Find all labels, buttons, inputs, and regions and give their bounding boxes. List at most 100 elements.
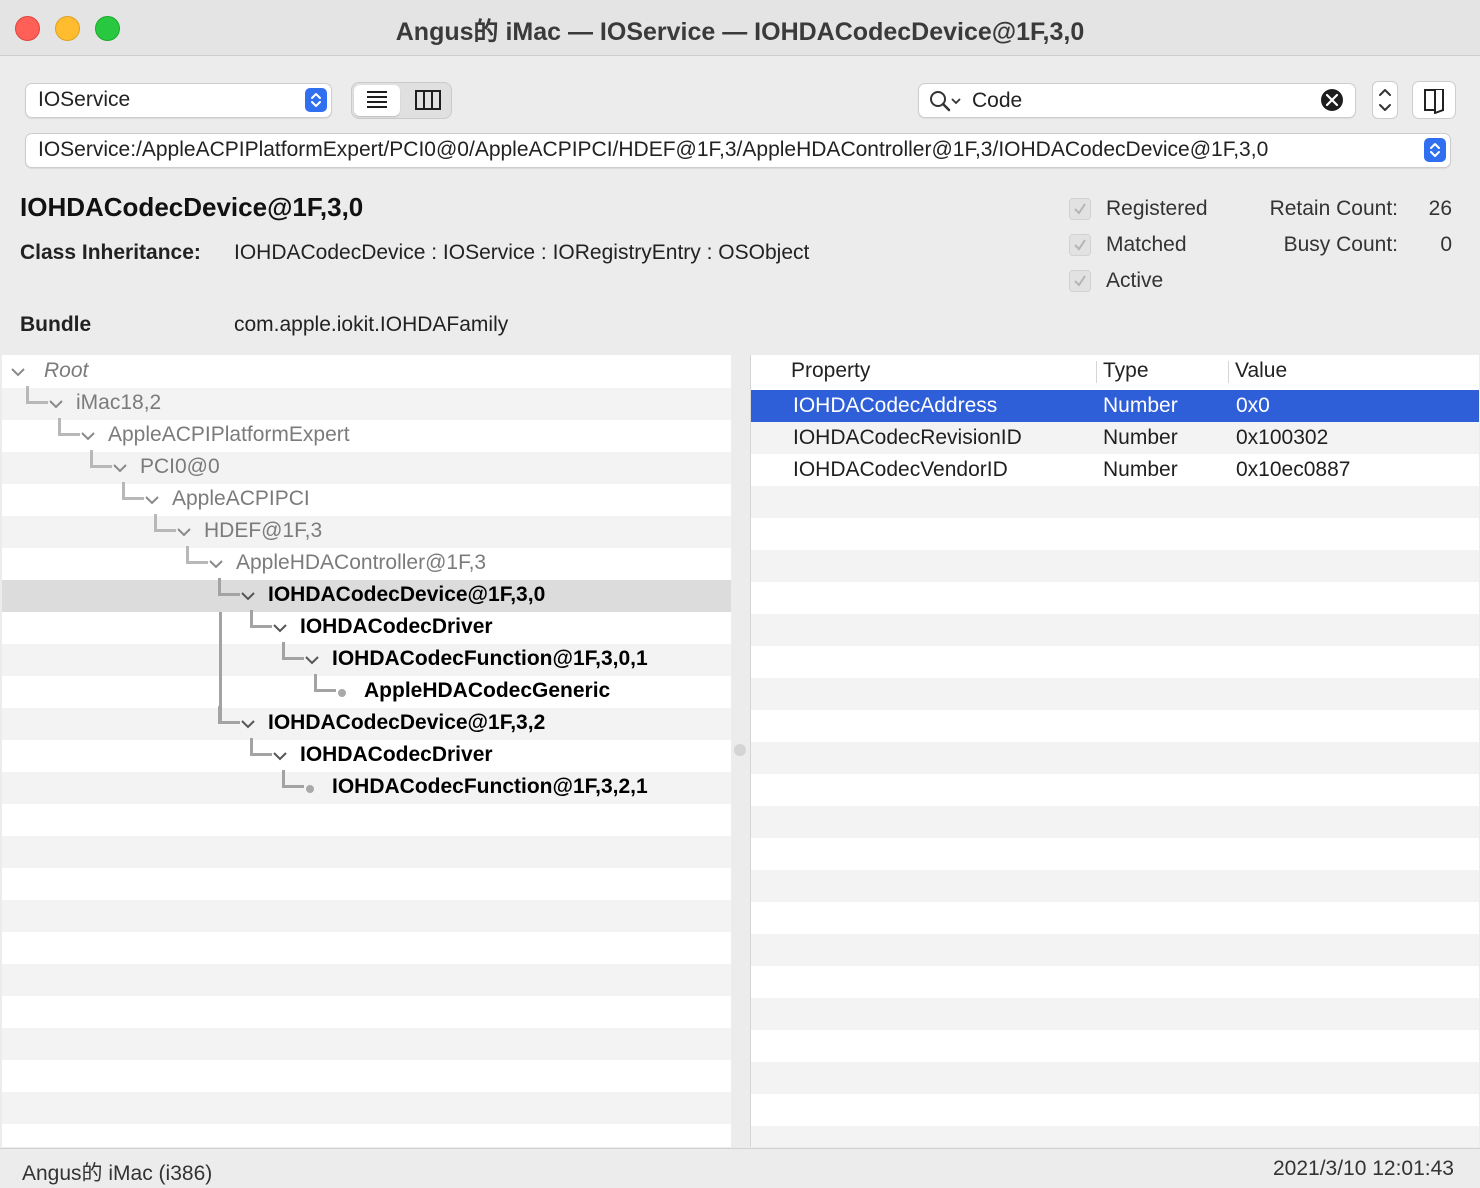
registered-checkbox (1069, 198, 1091, 220)
active-label: Active (1106, 269, 1164, 292)
checkmark-icon (1074, 275, 1086, 287)
inspector-toggle-button[interactable] (1412, 81, 1456, 119)
disclosure-chevron-down-icon[interactable] (240, 718, 256, 730)
chevron-updown-icon (1379, 89, 1391, 111)
browser-view-button[interactable] (354, 85, 400, 116)
leaf-dot-icon (306, 785, 314, 793)
table-row-background (751, 806, 1479, 838)
table-row-background (751, 710, 1479, 742)
tree-row-background (2, 1028, 731, 1060)
clear-search-icon[interactable] (1321, 89, 1343, 111)
tree-connector (58, 418, 80, 436)
object-name: IOHDACodecDevice@1F,3,0 (20, 192, 364, 222)
popup-arrows-icon (305, 88, 327, 112)
tree-row[interactable]: IOHDACodecFunction@1F,3,0,1 (2, 642, 731, 676)
title-bar: Angus的 iMac — IOService — IOHDACodecDevi… (0, 0, 1480, 56)
column-header-property[interactable]: Property (791, 359, 870, 393)
inspector-icon (1424, 89, 1444, 114)
tree-row[interactable]: iMac18,2 (2, 386, 731, 420)
column-divider[interactable] (1096, 361, 1097, 383)
table-row-background (751, 1094, 1479, 1126)
tree-row[interactable]: IOHDACodecDevice@1F,3,2 (2, 706, 731, 740)
tree-connector (282, 770, 304, 788)
tree-node-label: PCI0@0 (140, 455, 220, 478)
table-row-background (751, 678, 1479, 710)
tree-row[interactable]: AppleHDAController@1F,3 (2, 546, 731, 580)
disclosure-chevron-down-icon[interactable] (10, 366, 26, 378)
tree-row[interactable]: AppleACPIPCI (2, 482, 731, 516)
window-title: Angus的 iMac — IOService — IOHDACodecDevi… (395, 18, 1085, 46)
registered-label: Registered (1106, 197, 1208, 220)
table-row-background (751, 742, 1479, 774)
column-header-type[interactable]: Type (1103, 359, 1149, 393)
tree-row-background (2, 804, 731, 836)
table-row[interactable]: IOHDACodecRevisionID Number 0x100302 (751, 422, 1479, 454)
property-name-cell: IOHDACodecAddress (793, 394, 998, 417)
class-inheritance-label: Class Inheritance: (20, 241, 201, 264)
list-view-icon (367, 91, 387, 108)
tree-row[interactable]: Root (2, 356, 731, 388)
tree-row[interactable]: IOHDACodecDevice@1F,3,0 (2, 578, 731, 612)
column-header-value[interactable]: Value (1235, 359, 1287, 393)
tree-row[interactable]: IOHDACodecDriver (2, 738, 731, 772)
table-row[interactable]: IOHDACodecVendorID Number 0x10ec0887 (751, 454, 1479, 486)
table-row-background (751, 966, 1479, 998)
tree-node-label: AppleACPIPlatformExpert (108, 423, 350, 446)
table-row-background (751, 1030, 1479, 1062)
machine-label: Angus的 iMac (i386) (22, 1162, 213, 1185)
column-divider[interactable] (1228, 361, 1229, 383)
matched-label: Matched (1106, 233, 1187, 256)
table-row[interactable]: IOHDACodecAddress Number 0x0 (751, 390, 1479, 422)
table-row-background (751, 902, 1479, 934)
tree-node-label: IOHDACodecDevice@1F,3,0 (268, 583, 546, 606)
column-view-button[interactable] (404, 85, 450, 116)
disclosure-chevron-down-icon[interactable] (48, 398, 64, 410)
tree-connector (154, 514, 176, 532)
disclosure-chevron-down-icon[interactable] (240, 590, 256, 602)
tree-connector (314, 674, 336, 692)
tree-row-background (2, 836, 731, 868)
tree-row[interactable]: AppleHDACodecGeneric (2, 674, 731, 708)
retain-count-value: 26 (1428, 197, 1452, 220)
disclosure-chevron-down-icon[interactable] (112, 462, 128, 474)
property-name-cell: IOHDACodecVendorID (793, 458, 1008, 481)
retain-count-label: Retain Count: (1269, 197, 1398, 220)
table-row-background (751, 550, 1479, 582)
tree-row[interactable]: AppleACPIPlatformExpert (2, 418, 731, 452)
path-select-value: IOService:/AppleACPIPlatformExpert/PCI0@… (38, 138, 1269, 161)
tree-row[interactable]: PCI0@0 (2, 450, 731, 484)
table-row-background (751, 518, 1479, 550)
property-type-cell: Number (1103, 426, 1178, 449)
active-checkbox (1069, 270, 1091, 292)
search-icon (930, 91, 961, 112)
disclosure-chevron-down-icon[interactable] (272, 622, 288, 634)
table-row-background (751, 998, 1479, 1030)
tree-connector (282, 642, 304, 660)
split-view-divider-handle[interactable] (734, 744, 746, 756)
popup-arrows-icon (1424, 138, 1446, 162)
property-value-cell: 0x10ec0887 (1236, 458, 1351, 481)
tree-row[interactable]: IOHDACodecFunction@1F,3,2,1 (2, 770, 731, 804)
disclosure-chevron-down-icon[interactable] (272, 750, 288, 762)
table-row-background (751, 1062, 1479, 1094)
registry-tree-outline[interactable]: Root iMac18,2 AppleACPIPlatformExpert PCI0@… (2, 355, 731, 1147)
tree-row[interactable]: HDEF@1F,3 (2, 514, 731, 548)
tree-row[interactable]: IOHDACodecDriver (2, 610, 731, 644)
tree-node-label: IOHDACodecFunction@1F,3,2,1 (332, 775, 648, 798)
disclosure-chevron-down-icon[interactable] (208, 558, 224, 570)
tree-row-background (2, 900, 731, 932)
search-field[interactable]: Code (918, 83, 1356, 118)
match-navigation-stepper[interactable] (1372, 81, 1398, 119)
properties-table[interactable]: Property Type Value IOHDACodecAddress Num… (750, 355, 1479, 1147)
disclosure-chevron-down-icon[interactable] (144, 494, 160, 506)
tree-connector (186, 546, 208, 564)
plane-select[interactable]: IOService (25, 83, 332, 118)
property-value-cell: 0x100302 (1236, 426, 1329, 449)
disclosure-chevron-down-icon[interactable] (304, 654, 320, 666)
tree-node-label: HDEF@1F,3 (204, 519, 323, 542)
disclosure-chevron-down-icon[interactable] (176, 526, 192, 538)
tree-node-label: AppleHDACodecGeneric (364, 679, 611, 702)
path-select[interactable]: IOService:/AppleACPIPlatformExpert/PCI0@… (25, 133, 1451, 168)
disclosure-chevron-down-icon[interactable] (80, 430, 96, 442)
table-row-background (751, 486, 1479, 518)
